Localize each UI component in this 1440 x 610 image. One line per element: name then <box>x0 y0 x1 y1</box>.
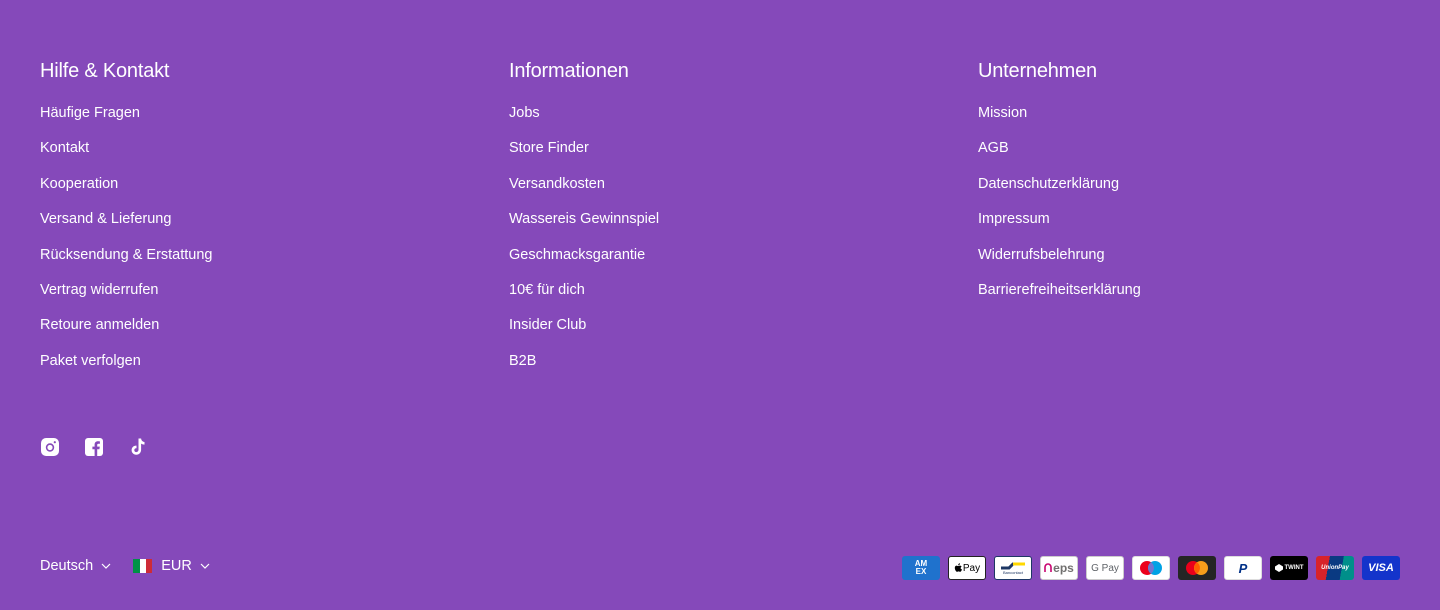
locale-selectors: Deutsch EUR <box>40 558 210 574</box>
link-terms[interactable]: AGB <box>978 140 1009 156</box>
eps-icon: eps <box>1040 556 1078 580</box>
column-information: Informationen Jobs Store Finder Versandk… <box>509 58 978 388</box>
column-title: Informationen <box>509 60 629 82</box>
column-help: Hilfe & Kontakt Häufige Fragen Kontakt K… <box>40 58 509 388</box>
twint-icon: TWINT <box>1270 556 1308 580</box>
facebook-icon[interactable] <box>84 436 104 458</box>
link-imprint[interactable]: Impressum <box>978 211 1050 227</box>
link-privacy[interactable]: Datenschutzerklärung <box>978 176 1119 192</box>
link-cancellation-policy[interactable]: Widerrufsbelehrung <box>978 247 1105 263</box>
mastercard-icon <box>1178 556 1216 580</box>
link-taste-guarantee[interactable]: Geschmacksgarantie <box>509 247 645 263</box>
link-list: Häufige Fragen Kontakt Kooperation Versa… <box>40 105 509 388</box>
tiktok-icon[interactable] <box>128 436 148 458</box>
link-insider-club[interactable]: Insider Club <box>509 317 586 333</box>
apple-pay-icon: Pay <box>948 556 986 580</box>
link-referral[interactable]: 10€ für dich <box>509 282 585 298</box>
instagram-icon[interactable] <box>40 436 60 458</box>
link-returns-refunds[interactable]: Rücksendung & Erstattung <box>40 247 213 263</box>
column-company: Unternehmen Mission AGB Datenschutzerklä… <box>978 58 1440 388</box>
link-giveaway[interactable]: Wassereis Gewinnspiel <box>509 211 659 227</box>
column-title: Hilfe & Kontakt <box>40 60 170 82</box>
amex-icon: AM EX <box>902 556 940 580</box>
link-track-package[interactable]: Paket verfolgen <box>40 353 141 369</box>
link-shipping-delivery[interactable]: Versand & Lieferung <box>40 211 171 227</box>
visa-icon: VISA <box>1362 556 1400 580</box>
link-cooperation[interactable]: Kooperation <box>40 176 118 192</box>
link-cancel-contract[interactable]: Vertrag widerrufen <box>40 282 158 298</box>
link-jobs[interactable]: Jobs <box>509 105 540 121</box>
link-faq[interactable]: Häufige Fragen <box>40 105 140 121</box>
maestro-icon <box>1132 556 1170 580</box>
language-label: Deutsch <box>40 558 94 574</box>
social-links <box>40 436 148 458</box>
chevron-down-icon <box>101 563 111 569</box>
currency-label: EUR <box>161 558 192 574</box>
link-list: Mission AGB Datenschutzerklärung Impress… <box>978 105 1440 317</box>
link-shipping-costs[interactable]: Versandkosten <box>509 176 605 192</box>
currency-selector[interactable]: EUR <box>111 558 210 574</box>
link-list: Jobs Store Finder Versandkosten Wasserei… <box>509 105 978 388</box>
italy-flag-icon <box>133 559 153 573</box>
footer-link-columns: Hilfe & Kontakt Häufige Fragen Kontakt K… <box>40 58 1440 388</box>
column-title: Unternehmen <box>978 60 1097 82</box>
google-pay-icon: G Pay <box>1086 556 1124 580</box>
link-store-finder[interactable]: Store Finder <box>509 140 589 156</box>
link-register-return[interactable]: Retoure anmelden <box>40 317 159 333</box>
paypal-icon: P <box>1224 556 1262 580</box>
link-accessibility[interactable]: Barrierefreiheitserklärung <box>978 282 1141 298</box>
bancontact-icon: Bancontact <box>994 556 1032 580</box>
language-selector[interactable]: Deutsch <box>40 558 111 574</box>
unionpay-icon: UnionPay <box>1316 556 1354 580</box>
payment-methods: AM EX Pay Bancontact eps G Pay P TWINT U… <box>902 556 1400 580</box>
chevron-down-icon <box>200 563 210 569</box>
link-b2b[interactable]: B2B <box>509 353 536 369</box>
link-contact[interactable]: Kontakt <box>40 140 89 156</box>
link-mission[interactable]: Mission <box>978 105 1027 121</box>
